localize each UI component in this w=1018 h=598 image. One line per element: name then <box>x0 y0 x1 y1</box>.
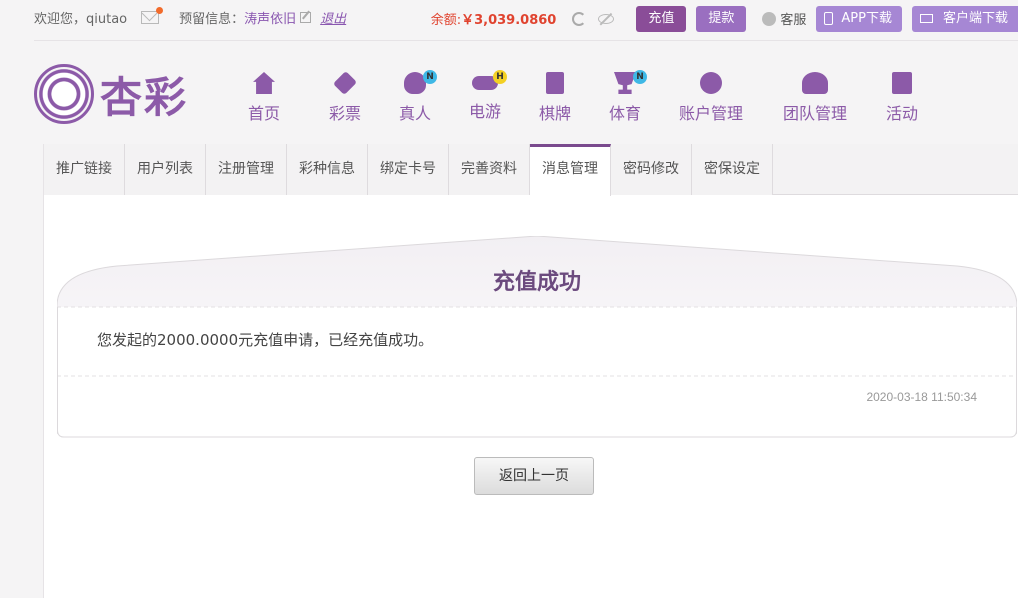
client-download-button[interactable]: 客户端下载 <box>911 5 1018 32</box>
nav-label: 首页 <box>247 104 280 123</box>
monitor-icon <box>919 14 933 23</box>
nav-item-events[interactable]: 活动 <box>872 68 932 124</box>
message-timestamp: 2020-03-18 11:50:34 <box>866 390 977 404</box>
nav-item-chess[interactable]: 棋牌 <box>520 68 590 124</box>
nav-item-account[interactable]: 账户管理 <box>668 68 754 124</box>
client-download-label: 客户端下载 <box>942 10 1008 26</box>
reserved-info-label: 预留信息： <box>179 11 245 27</box>
nav-label: 棋牌 <box>538 104 571 123</box>
tab-lottery-info[interactable]: 彩种信息 <box>287 144 368 195</box>
app-download-label: APP下载 <box>841 10 892 26</box>
account-actions: 余额: ￥3,039.0860 充值 提款 客服 APP下载 客户端下载 <box>431 5 1018 32</box>
nav-label: 账户管理 <box>678 104 743 123</box>
nav-item-home[interactable]: 首页 <box>240 68 288 124</box>
nav-label: 彩票 <box>328 104 361 123</box>
reserved-info-value: 涛声依旧 <box>244 11 297 27</box>
logout-link[interactable]: 退出 <box>320 8 346 27</box>
notification-dot <box>156 6 164 14</box>
hot-badge: H <box>493 70 507 84</box>
mail-icon[interactable] <box>141 6 164 24</box>
hide-balance-icon[interactable] <box>598 13 615 24</box>
tab-security-settings[interactable]: 密保设定 <box>692 144 773 195</box>
balance-label: 余额: <box>430 13 462 28</box>
phone-icon <box>824 12 834 25</box>
message-title: 充值成功 <box>492 270 581 295</box>
sub-tabs: 推广链接 用户列表 注册管理 彩种信息 绑定卡号 完善资料 消息管理 密码修改 … <box>44 144 1018 196</box>
new-badge: N <box>423 70 437 84</box>
tab-register-manage[interactable]: 注册管理 <box>206 144 287 195</box>
tab-promo-link[interactable]: 推广链接 <box>44 144 125 195</box>
playing-cards-icon <box>546 72 564 94</box>
tab-change-password[interactable]: 密码修改 <box>611 144 692 195</box>
nav-item-sports[interactable]: N 体育 <box>590 68 660 124</box>
balance-value: ￥3,039.0860 <box>461 13 557 28</box>
team-icon <box>802 72 828 94</box>
logo-emblem-icon <box>34 64 94 124</box>
user-info: 欢迎您，qiutao 预留信息： 涛声依旧 退出 <box>34 6 346 27</box>
recharge-button[interactable]: 充值 <box>636 5 687 32</box>
nav-label: 体育 <box>608 104 641 123</box>
logo-text: 杏彩 <box>100 72 189 122</box>
message-body: 您发起的2000.0000元充值申请，已经充值成功。 <box>97 331 434 349</box>
tab-messages[interactable]: 消息管理 <box>530 144 611 196</box>
welcome-text: 欢迎您，qiutao <box>34 11 128 27</box>
app-download-button[interactable]: APP下载 <box>816 5 902 32</box>
nav-label: 活动 <box>885 104 918 123</box>
nav-label: 团队管理 <box>782 104 847 123</box>
nav-item-egames[interactable]: H 电游 <box>450 68 520 124</box>
nav-label: 电游 <box>468 102 501 121</box>
gift-icon <box>892 72 912 94</box>
tab-bind-card[interactable]: 绑定卡号 <box>368 144 449 195</box>
withdraw-button[interactable]: 提款 <box>696 5 747 32</box>
top-divider <box>34 40 1018 41</box>
customer-service-icon <box>762 11 777 26</box>
edit-icon[interactable] <box>300 11 312 23</box>
customer-service-link[interactable]: 客服 <box>762 9 806 28</box>
lottery-ticket-icon <box>332 70 358 96</box>
customer-service-label: 客服 <box>780 13 807 28</box>
new-badge: N <box>633 70 647 84</box>
content-panel: 推广链接 用户列表 注册管理 彩种信息 绑定卡号 完善资料 消息管理 密码修改 … <box>43 144 1018 598</box>
site-logo[interactable]: 杏彩 <box>34 62 188 126</box>
home-icon <box>253 72 275 94</box>
nav-item-team[interactable]: 团队管理 <box>772 68 858 124</box>
top-bar: 欢迎您，qiutao 预留信息： 涛声依旧 退出 余额: ￥3,039.0860… <box>0 0 1018 40</box>
main-nav: 首页 彩票 N 真人 H 电游 棋牌 N 体育 账户管理 团队管理 活动 <box>240 68 932 124</box>
tab-user-list[interactable]: 用户列表 <box>125 144 206 195</box>
message-card: 充值成功 您发起的2000.0000元充值申请，已经充值成功。 2020-03-… <box>57 236 1017 438</box>
refresh-icon[interactable] <box>572 11 587 26</box>
nav-item-live[interactable]: N 真人 <box>380 68 450 124</box>
nav-item-lottery[interactable]: 彩票 <box>310 68 380 124</box>
back-button[interactable]: 返回上一页 <box>474 457 594 495</box>
tab-complete-profile[interactable]: 完善资料 <box>449 144 530 195</box>
nav-label: 真人 <box>398 104 431 123</box>
coin-icon <box>700 72 722 94</box>
